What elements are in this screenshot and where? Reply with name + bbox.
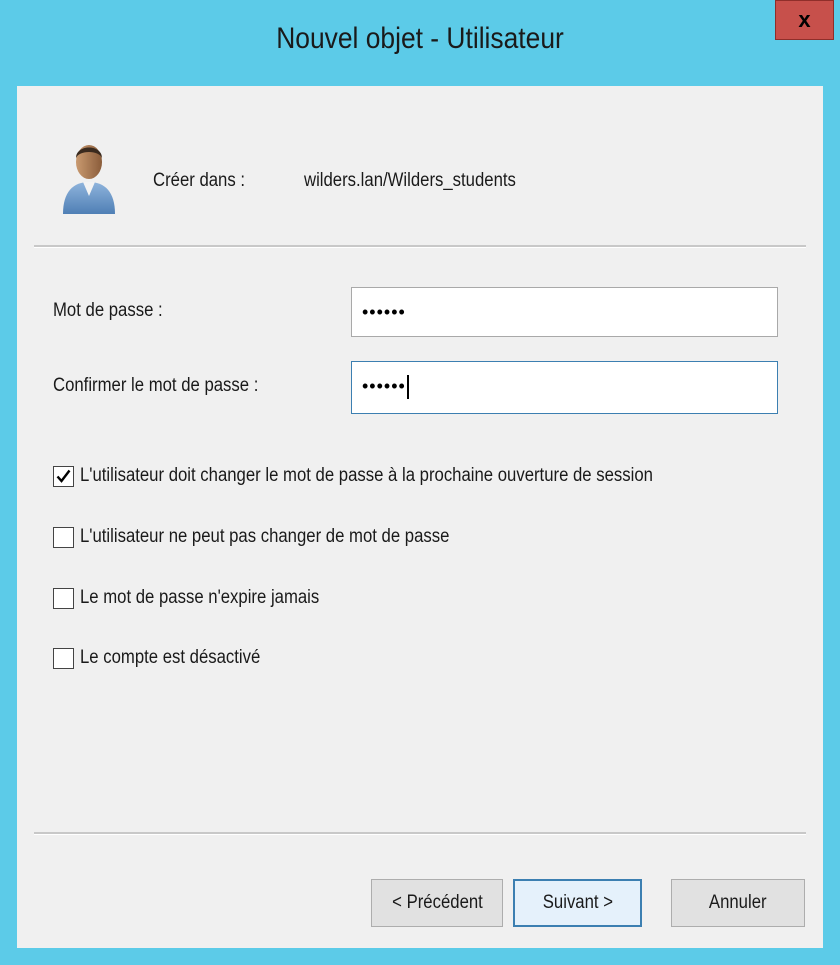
title-bar: Nouvel objet - Utilisateur x — [0, 0, 840, 86]
checkbox[interactable] — [53, 588, 74, 609]
checkbox-label: Le compte est désactivé — [80, 647, 261, 668]
dialog-window: Nouvel objet - Utilisateur x Créer dans … — [0, 0, 840, 965]
checkbox[interactable] — [53, 527, 74, 548]
password-label: Mot de passe : — [53, 300, 163, 321]
create-in-path: wilders.lan/Wilders_students — [304, 170, 516, 191]
confirm-password-label: Confirmer le mot de passe : — [53, 375, 259, 396]
password-field[interactable]: •••••• — [351, 287, 778, 337]
confirm-password-value: •••••• — [362, 376, 406, 396]
next-button[interactable]: Suivant > — [513, 879, 642, 927]
checkmark-icon — [56, 469, 71, 483]
password-value: •••••• — [362, 302, 406, 322]
user-icon — [63, 145, 115, 214]
checkbox-label: L'utilisateur doit changer le mot de pas… — [80, 465, 653, 486]
cancel-button-label: Annuler — [709, 892, 767, 913]
checkbox-label: Le mot de passe n'expire jamais — [80, 587, 320, 608]
previous-button-label: < Précédent — [391, 892, 483, 913]
next-button-label: Suivant > — [542, 892, 613, 913]
create-in-label: Créer dans : — [153, 170, 246, 191]
previous-button[interactable]: < Précédent — [371, 879, 503, 927]
close-button[interactable]: x — [775, 0, 834, 40]
dialog-body: Créer dans : wilders.lan/Wilders_student… — [17, 86, 823, 948]
checkbox-label: L'utilisateur ne peut pas changer de mot… — [80, 526, 450, 547]
checkbox[interactable] — [53, 466, 74, 487]
window-title: Nouvel objet - Utilisateur — [276, 22, 564, 55]
text-caret — [406, 375, 409, 400]
separator-top — [34, 245, 806, 248]
separator-bottom — [34, 832, 806, 835]
cancel-button[interactable]: Annuler — [671, 879, 805, 927]
confirm-password-field[interactable]: •••••• — [351, 361, 778, 414]
checkbox[interactable] — [53, 648, 74, 669]
